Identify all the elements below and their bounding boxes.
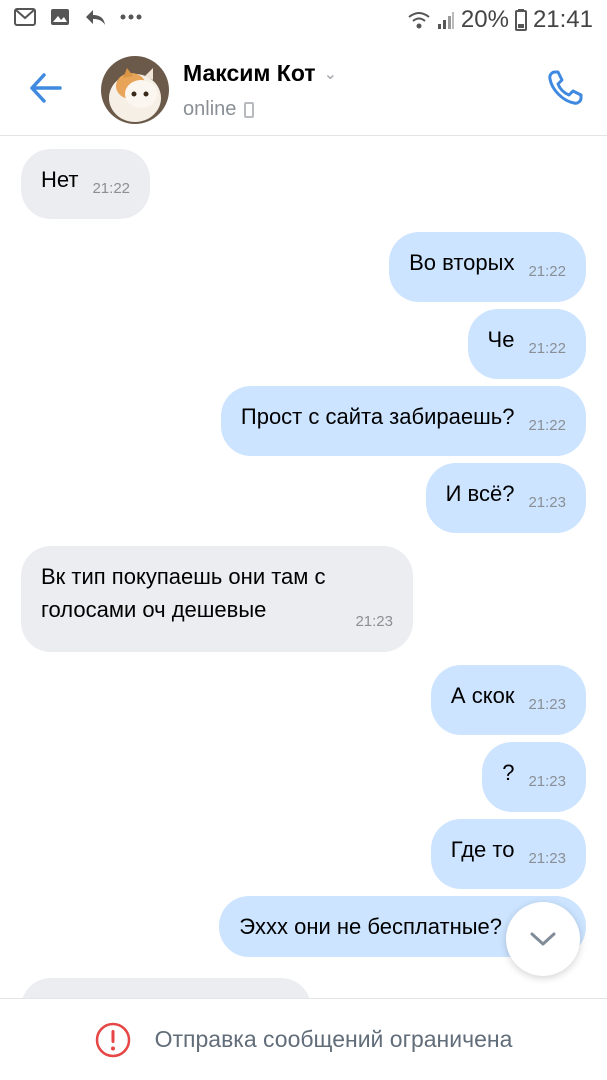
avatar[interactable] — [101, 56, 169, 124]
message-time: 21:22 — [528, 263, 566, 280]
clock: 21:41 — [532, 6, 593, 33]
phone-icon — [548, 70, 583, 105]
contact-status: online — [183, 98, 255, 121]
message-time: 21:23 — [528, 494, 566, 511]
mobile-device-icon — [244, 101, 255, 118]
messaging-restricted-bar: Отправка сообщений ограничена — [0, 998, 607, 1080]
gmail-icon — [14, 8, 36, 26]
message-outgoing[interactable]: И всё? 21:23 — [425, 463, 586, 533]
chat-header: Максим Кот ⌄ online — [0, 40, 607, 136]
gallery-icon — [51, 9, 69, 25]
message-outgoing[interactable]: Прост с сайта забираешь? 21:22 — [220, 386, 586, 456]
battery-icon — [514, 9, 527, 31]
warning-icon — [95, 1022, 130, 1057]
more-icon — [120, 14, 142, 20]
message-incoming[interactable]: Нет 21:22 — [21, 149, 151, 219]
chat-title[interactable]: Максим Кот ⌄ — [183, 60, 337, 87]
message-outgoing[interactable]: Где то 21:23 — [430, 819, 586, 889]
message-text: Во вторых — [409, 250, 515, 275]
message-time: 21:23 — [355, 613, 393, 630]
status-notifications — [14, 8, 142, 26]
battery-percent: 20% — [460, 6, 509, 33]
call-button[interactable] — [545, 68, 585, 108]
message-incoming[interactable]: Вк тип покупаешь они там с голосами оч д… — [21, 546, 413, 652]
message-text: Че — [487, 327, 515, 352]
message-time: 21:23 — [528, 850, 566, 867]
signal-icon — [437, 12, 454, 29]
reply-icon — [86, 10, 105, 25]
cat-avatar-icon — [101, 56, 169, 124]
online-status: online — [183, 98, 237, 120]
message-incoming-partial[interactable] — [21, 978, 311, 998]
message-text: А скок — [450, 683, 515, 708]
message-text: И всё? — [445, 481, 515, 506]
status-bar: 20% 21:41 — [0, 0, 607, 40]
message-outgoing[interactable]: Че 21:22 — [467, 309, 586, 379]
message-time: 21:23 — [528, 696, 566, 713]
message-outgoing[interactable]: ? 21:23 — [482, 742, 586, 812]
chevron-down-icon — [530, 932, 556, 946]
message-time: 21:23 — [528, 773, 566, 790]
message-outgoing[interactable]: Во вторых 21:22 — [389, 232, 586, 302]
wifi-icon — [408, 12, 430, 29]
message-text: Вк тип покупаешь они там с голосами оч д… — [41, 564, 326, 622]
scroll-down-button[interactable] — [506, 902, 580, 976]
message-text: ? — [502, 760, 515, 785]
restricted-notice: Отправка сообщений ограничена — [154, 1026, 513, 1052]
message-outgoing[interactable]: А скок 21:23 — [430, 665, 586, 735]
message-list[interactable]: Нет 21:22 Во вторых 21:22 Че 21:22 Прост с … — [0, 136, 607, 998]
chevron-down-icon: ⌄ — [323, 65, 337, 83]
message-time: 21:22 — [528, 340, 566, 357]
message-text: Нет — [41, 167, 79, 192]
status-system: 20% 21:41 — [407, 6, 593, 34]
back-arrow-icon[interactable] — [24, 68, 68, 108]
message-text: Где то — [450, 837, 515, 862]
message-text: Прост с сайта забираешь? — [240, 404, 515, 429]
message-text: Эххх они не бесплатные? — [239, 914, 502, 939]
message-time: 21:22 — [92, 180, 131, 197]
contact-name: Максим Кот — [183, 60, 316, 86]
message-time: 21:22 — [528, 417, 566, 434]
